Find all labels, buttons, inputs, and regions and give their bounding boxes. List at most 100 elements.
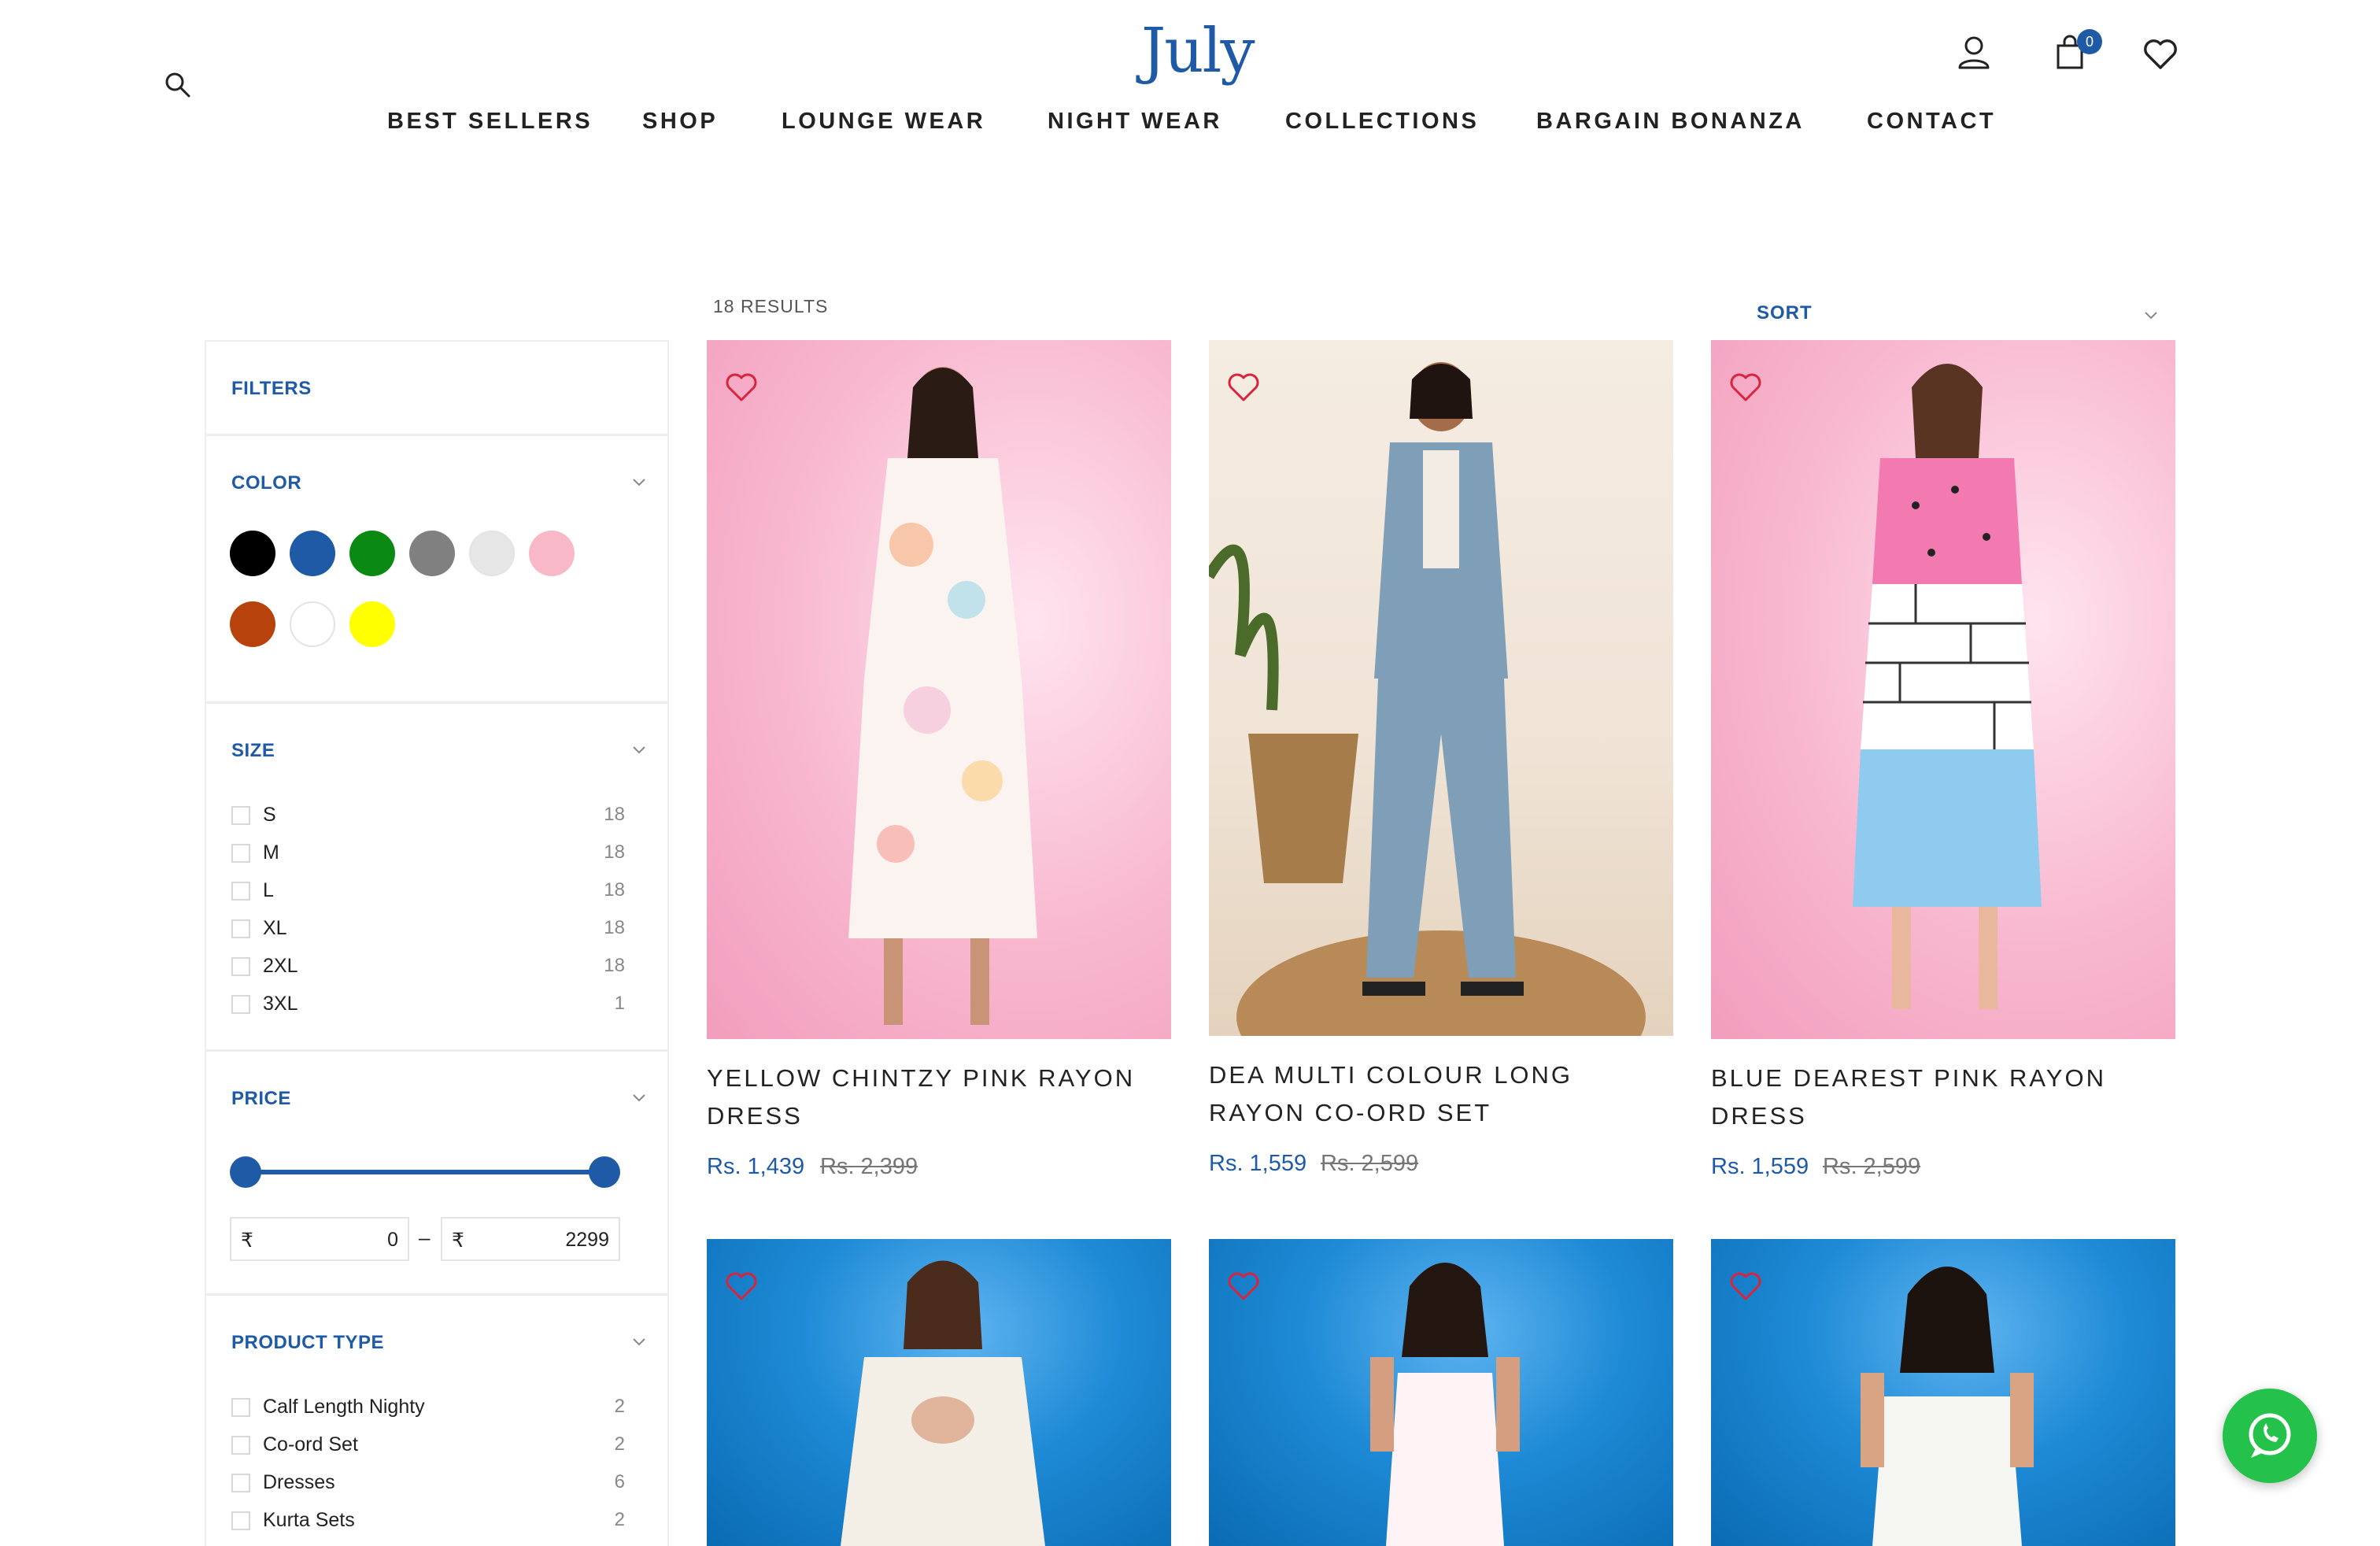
- color-swatch-light-grey[interactable]: [469, 531, 515, 576]
- brand-logo[interactable]: July: [1141, 16, 1255, 87]
- size-count: 18: [604, 879, 625, 901]
- sort-label: SORT: [1757, 302, 1813, 324]
- checkbox[interactable]: [231, 919, 250, 938]
- checkbox[interactable]: [231, 844, 250, 863]
- size-label: L: [263, 879, 274, 901]
- size-option[interactable]: M 18: [231, 839, 625, 871]
- size-option[interactable]: 2XL 18: [231, 952, 625, 984]
- cart-count-badge: 0: [2077, 29, 2102, 54]
- currency-symbol: ₹: [452, 1230, 464, 1252]
- heart-icon[interactable]: [724, 370, 759, 405]
- currency-symbol: ₹: [241, 1230, 253, 1252]
- size-option[interactable]: L 18: [231, 877, 625, 908]
- product-image[interactable]: [1209, 340, 1673, 1036]
- nav-lounge-wear[interactable]: LOUNGE WEAR: [782, 109, 985, 135]
- nav-bargain-bonanza[interactable]: BARGAIN BONANZA: [1536, 109, 1805, 135]
- checkbox[interactable]: [231, 995, 250, 1014]
- product-type-count: 2: [614, 1396, 625, 1417]
- color-filter-title[interactable]: COLOR: [231, 472, 301, 494]
- color-swatch-rust[interactable]: [230, 601, 275, 647]
- nav-night-wear[interactable]: NIGHT WEAR: [1048, 109, 1222, 135]
- product-type-label: Dresses: [263, 1471, 335, 1493]
- heart-icon[interactable]: [1728, 1269, 1763, 1304]
- nav-collections[interactable]: COLLECTIONS: [1285, 109, 1479, 135]
- checkbox[interactable]: [231, 957, 250, 976]
- chevron-down-icon[interactable]: [630, 472, 649, 491]
- product-type-label: Calf Length Nighty: [263, 1396, 425, 1418]
- whatsapp-icon: [2249, 1413, 2291, 1458]
- product-title[interactable]: BLUE DEAREST PINK RAYON DRESS: [1711, 1060, 2175, 1135]
- nav-contact[interactable]: CONTACT: [1867, 109, 1996, 135]
- product-card: YELLOW CHINTZY PINK RAYON DRESS Rs. 1,43…: [707, 340, 1171, 1190]
- size-option[interactable]: XL 18: [231, 915, 625, 946]
- main-navigation: BEST SELLERS SHOP LOUNGE WEAR NIGHT WEAR…: [0, 109, 2380, 140]
- whatsapp-chat-button[interactable]: [2223, 1389, 2317, 1483]
- model-figure: [1853, 364, 2042, 1009]
- product-title[interactable]: DEA MULTI COLOUR LONG RAYON CO-ORD SET: [1209, 1056, 1673, 1132]
- heart-icon[interactable]: [2141, 35, 2180, 74]
- nav-best-sellers[interactable]: BEST SELLERS: [387, 109, 593, 135]
- results-count: 18 RESULTS: [713, 296, 829, 316]
- product-type-filter-title[interactable]: PRODUCT TYPE: [231, 1332, 384, 1354]
- heart-icon[interactable]: [724, 1269, 759, 1304]
- user-icon[interactable]: [1954, 33, 1994, 72]
- heart-icon[interactable]: [1728, 370, 1763, 405]
- size-filter-title[interactable]: SIZE: [231, 740, 275, 762]
- color-swatch-yellow[interactable]: [349, 601, 395, 647]
- product-card: DEA MULTI COLOUR LONG RAYON CO-ORD SET R…: [1209, 340, 1673, 1190]
- product-original-price: Rs. 2,399: [820, 1154, 918, 1179]
- price-max-input[interactable]: ₹ 2299: [441, 1217, 620, 1261]
- size-filter: SIZE S 18 M 18 L 18 XL 18 2XL 18 3XL 1: [206, 704, 667, 1052]
- price-min-input[interactable]: ₹ 0: [230, 1217, 409, 1261]
- color-swatch-blue[interactable]: [290, 531, 335, 576]
- color-swatch-grey[interactable]: [409, 531, 455, 576]
- checkbox[interactable]: [231, 1474, 250, 1492]
- color-swatch-white[interactable]: [290, 601, 335, 647]
- product-title[interactable]: YELLOW CHINTZY PINK RAYON DRESS: [707, 1060, 1171, 1135]
- checkbox[interactable]: [231, 1436, 250, 1455]
- price-slider-track[interactable]: [247, 1170, 609, 1174]
- color-swatch-black[interactable]: [230, 531, 275, 576]
- price-min-value: 0: [387, 1229, 398, 1251]
- chevron-down-icon: [2145, 312, 2157, 320]
- color-swatch-green[interactable]: [349, 531, 395, 576]
- product-image[interactable]: [707, 1239, 1171, 1546]
- price-slider-max-handle[interactable]: [589, 1156, 620, 1188]
- product-type-option[interactable]: Calf Length Nighty 2: [231, 1393, 625, 1425]
- product-image[interactable]: [707, 340, 1171, 1039]
- checkbox[interactable]: [231, 1398, 250, 1417]
- price-filter-title[interactable]: PRICE: [231, 1088, 291, 1110]
- model-figure: [1370, 1263, 1520, 1546]
- product-type-option[interactable]: Dresses 6: [231, 1469, 625, 1500]
- chevron-down-icon[interactable]: [630, 740, 649, 759]
- checkbox[interactable]: [231, 806, 250, 825]
- nav-shop[interactable]: SHOP: [642, 109, 718, 135]
- search-icon[interactable]: [164, 71, 192, 99]
- checkbox[interactable]: [231, 1511, 250, 1530]
- sort-dropdown[interactable]: SORT: [1757, 302, 2161, 331]
- product-type-label: Kurta Sets: [263, 1509, 355, 1531]
- heart-icon[interactable]: [1226, 370, 1261, 405]
- size-option[interactable]: S 18: [231, 801, 625, 833]
- product-type-label: Co-ord Set: [263, 1433, 358, 1455]
- product-image[interactable]: [1209, 1239, 1673, 1546]
- model-figure: [1861, 1267, 2034, 1546]
- filters-header: FILTERS: [206, 342, 667, 436]
- color-swatch-pink[interactable]: [529, 531, 575, 576]
- model-figure: [1209, 362, 1646, 1036]
- product-image[interactable]: [1711, 1239, 2175, 1546]
- product-type-option[interactable]: Kurta Sets 2: [231, 1507, 625, 1538]
- product-image[interactable]: [1711, 340, 2175, 1039]
- chevron-down-icon[interactable]: [630, 1088, 649, 1107]
- price-slider-min-handle[interactable]: [230, 1156, 261, 1188]
- heart-icon[interactable]: [1226, 1269, 1261, 1304]
- checkbox[interactable]: [231, 882, 250, 901]
- size-count: 1: [614, 993, 625, 1014]
- product-original-price: Rs. 2,599: [1321, 1151, 1419, 1176]
- product-type-option[interactable]: Co-ord Set 2: [231, 1431, 625, 1463]
- site-header: July 0 BEST SELLERS SHOP LOUNGE WEAR NIG…: [0, 0, 2380, 157]
- product-sale-price: Rs. 1,559: [1711, 1154, 1809, 1179]
- product-card: [1711, 1239, 2175, 1546]
- chevron-down-icon[interactable]: [630, 1332, 649, 1351]
- size-option[interactable]: 3XL 1: [231, 990, 625, 1022]
